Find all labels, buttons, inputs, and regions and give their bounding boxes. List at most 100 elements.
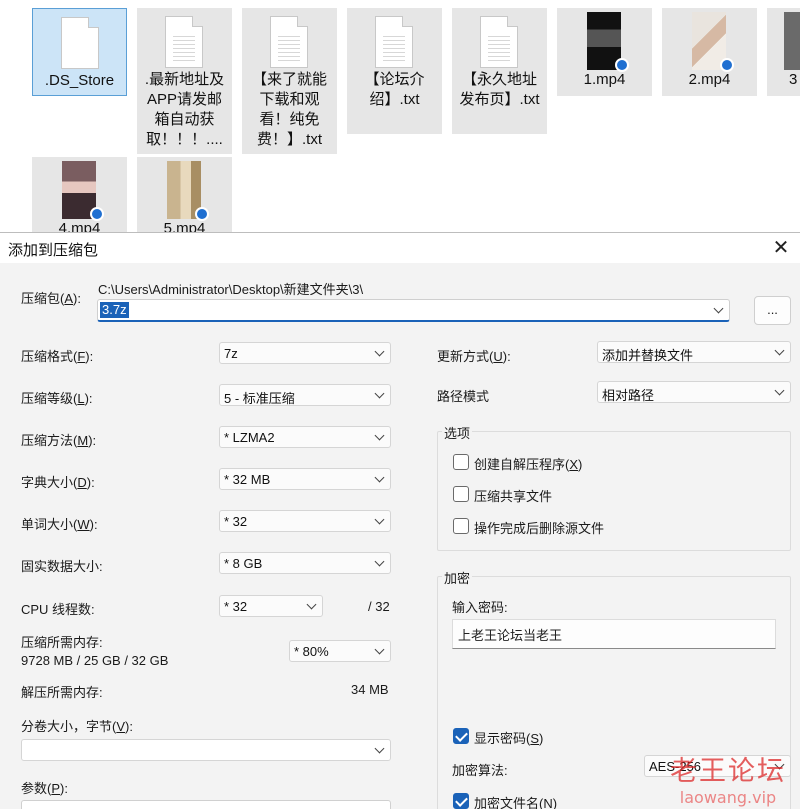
chevron-down-icon: [374, 472, 386, 486]
cpu-threads-max: / 32: [368, 599, 390, 614]
level-label: 压缩等级(L):: [21, 391, 93, 406]
chevron-down-icon[interactable]: [713, 303, 725, 317]
video-item[interactable]: 5.mp4: [137, 157, 232, 237]
chevron-down-icon: [306, 599, 318, 613]
text-file-icon: [375, 16, 413, 68]
method-label: 压缩方法(M):: [21, 433, 97, 448]
sfx-label[interactable]: 创建自解压程序(X): [474, 454, 582, 473]
file-name: .DS_Store: [44, 72, 115, 89]
decompress-memory-value: 34 MB: [351, 682, 389, 697]
update-mode-value: 添加并替换文件: [602, 348, 694, 363]
file-item[interactable]: 【论坛介绍】.txt: [347, 8, 442, 134]
encryption-group-title: 加密: [442, 568, 473, 587]
volume-size-label: 分卷大小，字节(V):: [21, 719, 133, 734]
dialog-title: 添加到压缩包: [8, 242, 99, 259]
shared-files-label[interactable]: 压缩共享文件: [474, 486, 552, 505]
video-item[interactable]: 2.mp4: [662, 8, 757, 96]
chevron-down-icon: [374, 388, 386, 402]
browse-button[interactable]: ...: [754, 296, 791, 325]
password-value: 上老王论坛当老王: [458, 628, 563, 643]
video-thumbnail: [784, 12, 800, 70]
solid-block-select[interactable]: * 8 GB: [219, 552, 391, 574]
dictionary-value: * 32 MB: [224, 472, 271, 487]
file-name: 1.mp4: [583, 71, 626, 88]
file-item[interactable]: .最新地址及APP请发邮箱自动获取！！！....: [137, 8, 232, 154]
delete-after-label[interactable]: 操作完成后删除源文件: [474, 518, 604, 537]
password-input[interactable]: 上老王论坛当老王: [452, 619, 776, 649]
video-item[interactable]: 4.mp4: [32, 157, 127, 237]
memory-usage-value: * 80%: [294, 644, 329, 659]
show-password-checkbox[interactable]: [453, 728, 469, 744]
video-item[interactable]: 1.mp4: [557, 8, 652, 96]
path-mode-label: 路径模式: [437, 389, 490, 404]
dictionary-select[interactable]: * 32 MB: [219, 468, 391, 490]
close-icon[interactable]: ✕: [768, 235, 794, 261]
delete-after-checkbox[interactable]: [453, 518, 469, 534]
path-mode-value: 相对路径: [602, 388, 655, 403]
dictionary-label: 字典大小(D):: [21, 475, 95, 490]
archive-name-value[interactable]: 3.7z: [100, 302, 129, 318]
format-select[interactable]: 7z: [219, 342, 391, 364]
format-label: 压缩格式(F):: [21, 349, 94, 364]
document-icon: [61, 17, 99, 69]
cpu-threads-select[interactable]: * 32: [219, 595, 323, 617]
parameters-input[interactable]: [21, 800, 391, 809]
text-file-icon: [165, 16, 203, 68]
level-value: 5 - 标准压缩: [224, 391, 295, 406]
update-mode-select[interactable]: 添加并替换文件: [597, 341, 791, 363]
encryption-method-select[interactable]: AES-256: [644, 755, 791, 777]
chevron-down-icon: [374, 743, 386, 757]
compress-memory-detail: 9728 MB / 25 GB / 32 GB: [21, 653, 169, 668]
chevron-down-icon: [374, 514, 386, 528]
compress-memory-label: 压缩所需内存:: [21, 635, 103, 650]
text-file-icon: [480, 16, 518, 68]
word-size-label: 单词大小(W):: [21, 517, 98, 532]
file-name: 【来了就能下载和观看！纯免费！】.txt: [251, 71, 327, 148]
memory-usage-select[interactable]: * 80%: [289, 640, 391, 662]
add-to-archive-dialog: 添加到压缩包 ✕ 压缩包(A): C:\Users\Administrator\…: [0, 232, 800, 809]
archive-path: C:\Users\Administrator\Desktop\新建文件夹\3\: [98, 282, 364, 297]
chevron-down-icon: [774, 385, 786, 399]
format-value: 7z: [224, 346, 238, 361]
solid-block-label: 固实数据大小:: [21, 559, 103, 574]
chevron-down-icon: [374, 346, 386, 360]
text-file-icon: [270, 16, 308, 68]
file-item[interactable]: 【永久地址发布页】.txt: [452, 8, 547, 134]
word-size-value: * 32: [224, 514, 248, 529]
file-item[interactable]: 【来了就能下载和观看！纯免费！】.txt: [242, 8, 337, 154]
chevron-down-icon: [774, 345, 786, 359]
method-select[interactable]: * LZMA2: [219, 426, 391, 448]
file-name: .最新地址及APP请发邮箱自动获取！！！....: [144, 71, 225, 148]
show-password-label[interactable]: 显示密码(S): [474, 728, 543, 747]
video-item[interactable]: 3: [767, 8, 800, 96]
encryption-method-value: AES-256: [649, 759, 702, 774]
file-name: 3: [789, 71, 798, 88]
shared-files-checkbox[interactable]: [453, 486, 469, 502]
level-select[interactable]: 5 - 标准压缩: [219, 384, 391, 406]
enter-password-label: 输入密码:: [452, 600, 508, 615]
encrypt-names-label[interactable]: 加密文件名(N): [474, 793, 557, 809]
archive-label: 压缩包(A):: [21, 291, 81, 306]
cpu-threads-label: CPU 线程数:: [21, 602, 95, 617]
file-name: 【永久地址发布页】.txt: [459, 71, 540, 108]
cpu-threads-value: * 32: [224, 599, 248, 614]
chevron-down-icon: [374, 430, 386, 444]
method-value: * LZMA2: [224, 430, 275, 445]
decompress-memory-label: 解压所需内存:: [21, 685, 103, 700]
chevron-down-icon: [374, 556, 386, 570]
parameters-label: 参数(P):: [21, 781, 68, 796]
volume-size-combobox[interactable]: [21, 739, 391, 761]
sfx-checkbox[interactable]: [453, 454, 469, 470]
encrypt-names-checkbox[interactable]: [453, 793, 469, 809]
file-explorer: .DS_Store .最新地址及APP请发邮箱自动获取！！！.... 【来了就能…: [0, 0, 800, 240]
chevron-down-icon: [374, 644, 386, 658]
chevron-down-icon: [774, 759, 786, 773]
dialog-titlebar: 添加到压缩包 ✕: [0, 233, 800, 263]
path-mode-select[interactable]: 相对路径: [597, 381, 791, 403]
file-name: 2.mp4: [688, 71, 731, 88]
file-name: 【论坛介绍】.txt: [364, 71, 425, 108]
options-group-title: 选项: [442, 423, 473, 442]
archive-name-combobox[interactable]: 3.7z: [97, 299, 730, 322]
file-item-ds-store[interactable]: .DS_Store: [32, 8, 127, 96]
word-size-select[interactable]: * 32: [219, 510, 391, 532]
